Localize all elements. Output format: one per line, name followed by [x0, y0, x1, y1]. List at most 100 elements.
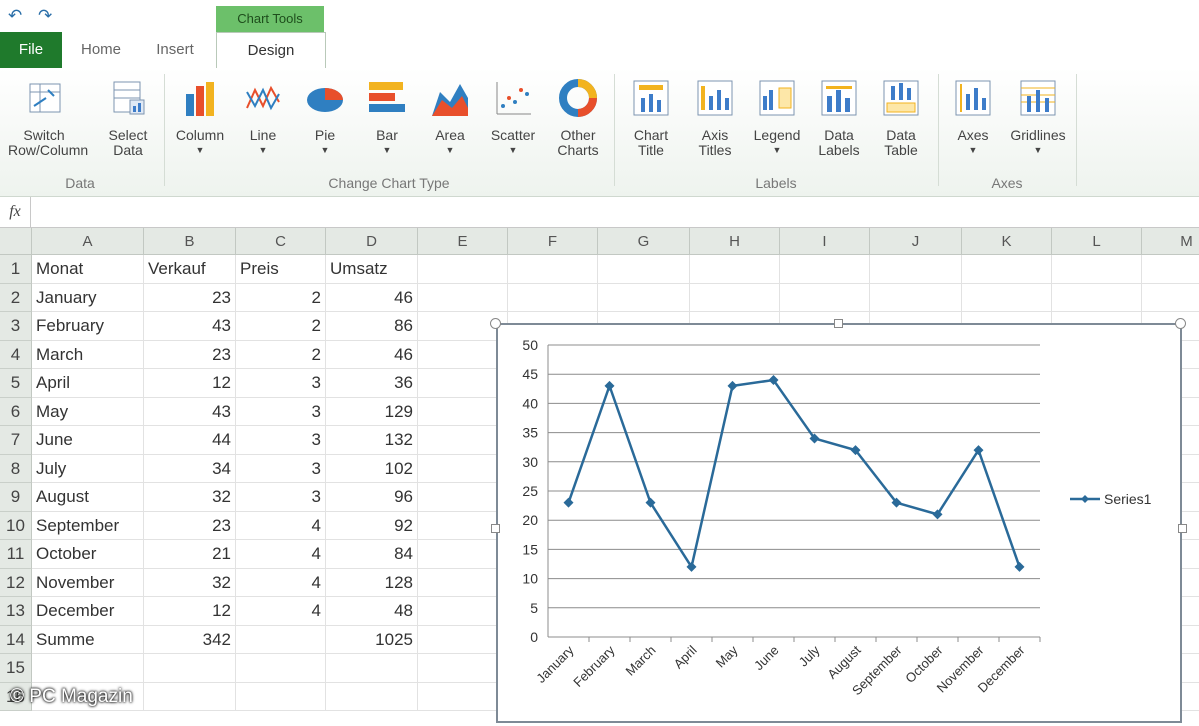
table-cell[interactable]: 3	[236, 483, 326, 512]
table-cell[interactable]	[236, 682, 326, 711]
table-cell[interactable]: 2	[236, 283, 326, 312]
table-cell[interactable]: January	[32, 283, 144, 312]
table-cell[interactable]: 36	[326, 369, 418, 398]
table-cell[interactable]	[418, 540, 508, 569]
table-cell[interactable]	[32, 654, 144, 683]
row-header[interactable]: 10	[0, 511, 32, 540]
data-labels-button[interactable]: Data Labels	[810, 76, 868, 158]
table-cell[interactable]	[418, 625, 508, 654]
table-cell[interactable]	[780, 283, 870, 312]
row-header[interactable]: 3	[0, 312, 32, 341]
row-header[interactable]: 2	[0, 283, 32, 312]
row-header[interactable]: 9	[0, 483, 32, 512]
table-cell[interactable]: 12	[144, 597, 236, 626]
table-cell[interactable]: 102	[326, 454, 418, 483]
table-cell[interactable]: 46	[326, 283, 418, 312]
row-header[interactable]: 5	[0, 369, 32, 398]
legend-button[interactable]: Legend ▼	[750, 76, 804, 158]
column-header[interactable]: D	[326, 228, 418, 255]
data-table-button[interactable]: Data Table	[872, 76, 930, 158]
column-header[interactable]: G	[598, 228, 690, 255]
table-cell[interactable]	[418, 654, 508, 683]
table-cell[interactable]	[1052, 283, 1142, 312]
column-header[interactable]: I	[780, 228, 870, 255]
table-header-cell[interactable]: Verkauf	[144, 255, 236, 284]
table-cell[interactable]	[690, 255, 780, 284]
function-icon[interactable]: fx	[0, 197, 31, 227]
column-header[interactable]: E	[418, 228, 508, 255]
axis-titles-button[interactable]: Axis Titles	[686, 76, 744, 158]
table-cell[interactable]	[508, 255, 598, 284]
table-cell[interactable]: 44	[144, 426, 236, 455]
table-cell[interactable]: 3	[236, 369, 326, 398]
line-chart-button[interactable]: Line ▼	[236, 76, 290, 158]
table-cell[interactable]: April	[32, 369, 144, 398]
pie-chart-button[interactable]: Pie ▼	[298, 76, 352, 158]
table-cell[interactable]: 1025	[326, 625, 418, 654]
row-header[interactable]: 1	[0, 255, 32, 284]
table-cell[interactable]: 2	[236, 312, 326, 341]
column-header[interactable]: A	[32, 228, 144, 255]
column-chart-button[interactable]: Column ▼	[172, 76, 228, 158]
table-cell[interactable]	[508, 283, 598, 312]
table-cell[interactable]: 21	[144, 540, 236, 569]
table-cell[interactable]: 129	[326, 397, 418, 426]
select-data-button[interactable]: Select Data	[100, 76, 156, 158]
column-header[interactable]: F	[508, 228, 598, 255]
row-header[interactable]: 13	[0, 597, 32, 626]
bar-chart-button[interactable]: Bar ▼	[360, 76, 414, 158]
tab-home[interactable]: Home	[72, 32, 130, 68]
table-cell[interactable]: 43	[144, 312, 236, 341]
column-header[interactable]: M	[1142, 228, 1199, 255]
table-cell[interactable]: 84	[326, 540, 418, 569]
table-cell[interactable]	[418, 283, 508, 312]
table-cell[interactable]: 46	[326, 340, 418, 369]
table-cell[interactable]: 48	[326, 597, 418, 626]
table-cell[interactable]	[598, 283, 690, 312]
table-cell[interactable]	[418, 454, 508, 483]
row-header[interactable]: 14	[0, 625, 32, 654]
table-cell[interactable]	[418, 397, 508, 426]
resize-handle[interactable]	[1175, 318, 1186, 329]
table-cell[interactable]: 2	[236, 340, 326, 369]
table-cell[interactable]	[326, 654, 418, 683]
table-cell[interactable]: 96	[326, 483, 418, 512]
axes-button[interactable]: Axes ▼	[946, 76, 1000, 158]
table-cell[interactable]	[326, 682, 418, 711]
undo-icon[interactable]: ↶	[8, 6, 22, 26]
column-header[interactable]: B	[144, 228, 236, 255]
table-cell[interactable]: Summe	[32, 625, 144, 654]
row-header[interactable]: 6	[0, 397, 32, 426]
table-cell[interactable]: 4	[236, 597, 326, 626]
table-cell[interactable]: 12	[144, 369, 236, 398]
resize-handle[interactable]	[834, 319, 843, 328]
table-cell[interactable]	[418, 483, 508, 512]
table-cell[interactable]	[598, 255, 690, 284]
column-header[interactable]: K	[962, 228, 1052, 255]
table-cell[interactable]: 43	[144, 397, 236, 426]
column-header[interactable]: J	[870, 228, 962, 255]
table-cell[interactable]: 128	[326, 568, 418, 597]
table-cell[interactable]	[870, 255, 962, 284]
table-header-cell[interactable]: Umsatz	[326, 255, 418, 284]
table-cell[interactable]: 3	[236, 454, 326, 483]
row-header[interactable]: 11	[0, 540, 32, 569]
table-cell[interactable]: 23	[144, 340, 236, 369]
line-chart[interactable]: 0 5 10 15 20 25 30 35 40 45 50 January February March…	[496, 323, 1182, 723]
table-cell[interactable]: March	[32, 340, 144, 369]
table-cell[interactable]: 3	[236, 426, 326, 455]
table-cell[interactable]: February	[32, 312, 144, 341]
table-cell[interactable]	[418, 255, 508, 284]
table-header-cell[interactable]: Preis	[236, 255, 326, 284]
column-header[interactable]: L	[1052, 228, 1142, 255]
table-cell[interactable]	[870, 283, 962, 312]
table-cell[interactable]	[418, 568, 508, 597]
table-cell[interactable]	[962, 283, 1052, 312]
row-header[interactable]: 7	[0, 426, 32, 455]
resize-handle[interactable]	[490, 318, 501, 329]
switch-row-column-button[interactable]: Switch Row/Column	[8, 76, 88, 158]
resize-handle[interactable]	[491, 524, 500, 533]
column-header[interactable]: C	[236, 228, 326, 255]
resize-handle[interactable]	[1178, 524, 1187, 533]
table-cell[interactable]	[1142, 255, 1199, 284]
